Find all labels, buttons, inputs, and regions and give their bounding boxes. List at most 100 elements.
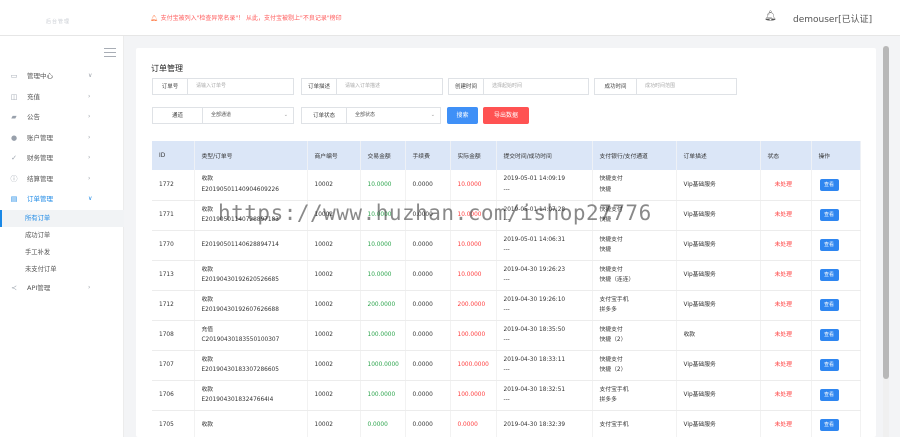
status-select[interactable]: 全部状态 ⌄ — [346, 107, 441, 124]
view-button[interactable]: 查看 — [819, 359, 839, 371]
create-time-input[interactable]: 选择起始时间 — [483, 78, 589, 95]
chevron-right-icon: › — [88, 133, 91, 141]
order-type: 收款 — [201, 386, 214, 393]
sidebar-subitem-success-orders[interactable]: 成功订单 — [0, 227, 124, 244]
pay-channel: 快捷 — [599, 247, 612, 253]
sidebar-item-label: 管理中心 — [27, 72, 53, 80]
success-time: --- — [503, 337, 510, 343]
sidebar-item-announcements[interactable]: ▰ 公告 › — [0, 107, 124, 128]
column-header: 类型/订单号 — [194, 141, 308, 170]
sidebar-subitem-all-orders[interactable]: 所有订单 — [0, 209, 124, 227]
view-button[interactable]: 查看 — [819, 329, 839, 341]
sidebar-item-account[interactable]: ● 账户管理 › — [0, 128, 124, 149]
sidebar-item-label: 账户管理 — [27, 133, 53, 142]
pay-bank: 快捷支付 — [599, 206, 623, 213]
user-menu[interactable]: demouser[已认证] — [793, 12, 872, 25]
cell-id: 1705 — [152, 410, 195, 437]
submit-time: 2019-04-30 18:35:50 — [503, 326, 566, 333]
cell-action: 查看 — [811, 230, 861, 261]
sidebar-item-recharge[interactable]: ◫ 充值 › — [0, 87, 124, 108]
cell-amount: 10.0000 — [360, 230, 406, 261]
sidebar-item-api[interactable]: ≺ API管理 › — [0, 278, 124, 299]
submit-time: 2019-04-30 18:32:39 — [503, 421, 566, 428]
submit-time: 2019-04-30 19:26:23 — [503, 266, 566, 273]
cell-type-order: 收款 — [194, 410, 308, 437]
view-button[interactable]: 查看 — [819, 239, 839, 251]
cell-merchant: 10002 — [307, 260, 361, 291]
cell-status: 未处理 — [760, 320, 812, 351]
view-button[interactable]: 查看 — [819, 299, 839, 311]
view-button[interactable]: 查看 — [819, 209, 839, 221]
pay-bank: 快捷支付 — [599, 326, 623, 333]
success-time-label: 成功时间 — [594, 78, 636, 95]
sidebar-item-finance[interactable]: ✓ 财务管理 › — [0, 148, 124, 169]
sidebar-nav: ▭ 管理中心 ∨ ◫ 充值 › ▰ 公告 › ● 账户管理 › ✓ 财务管理 ›… — [0, 66, 124, 298]
sidebar-item-orders[interactable]: ▤ 订单管理 ∨ — [0, 189, 124, 210]
pay-channel: 快捷 — [599, 186, 612, 193]
monitor-icon: ▭ — [10, 72, 18, 80]
order-type: 收款 — [201, 266, 214, 273]
cell-status: 未处理 — [760, 200, 812, 231]
app-logo[interactable]: 后台管理 — [46, 18, 70, 25]
sidebar-item-settlement[interactable]: ⓘ 结算管理 › — [0, 169, 124, 190]
view-button[interactable]: 查看 — [819, 178, 839, 191]
view-button[interactable]: 查看 — [819, 269, 839, 281]
view-button[interactable]: 查看 — [819, 419, 839, 431]
export-button[interactable]: 导出数据 — [483, 107, 529, 124]
column-header: 交易金额 — [360, 141, 406, 170]
view-button[interactable]: 查看 — [819, 389, 839, 401]
alert-icon: 🔔︎ — [150, 15, 158, 22]
order-number: E20190430192607626688 — [201, 307, 279, 313]
info-icon: ⓘ — [10, 174, 18, 183]
cell-status: 未处理 — [760, 230, 812, 261]
cell-time: 2019-04-30 19:26:10 --- — [496, 290, 593, 321]
bell-icon[interactable]: 🔔︎ — [764, 11, 777, 22]
pay-bank: 快捷支付 — [599, 236, 623, 243]
search-button[interactable]: 搜索 — [447, 107, 478, 124]
table-row: 1705 收款 10002 0.0000 0.0000 0.0000 2019-04-30 … — [152, 410, 861, 437]
cell-status: 未处理 — [760, 290, 812, 321]
cell-action: 查看 — [811, 380, 861, 411]
sidebar-subitem-unpaid-orders[interactable]: 未支付订单 — [0, 261, 124, 278]
cell-actual: 0.0000 — [450, 410, 497, 437]
document-icon: ▤ — [10, 195, 18, 203]
cell-type-order: 收款 E20190430192620526685 — [194, 260, 308, 291]
submit-time: 2019-05-01 14:06:31 — [503, 236, 566, 243]
success-time: --- — [503, 217, 510, 223]
notice-banner[interactable]: 🔔︎ 支付宝被列入"检查异常名录"！ 从此，支付宝被剔上"不良记录"榜印 — [150, 13, 342, 22]
order-number: C20190430183550100307 — [201, 337, 280, 343]
cell-bank-channel: 支付宝手机 拼多多 — [592, 290, 677, 321]
order-type: 收款 — [201, 206, 214, 213]
page-scrollbar[interactable] — [883, 46, 889, 437]
cell-action: 查看 — [811, 350, 861, 381]
sidebar-item-dashboard[interactable]: ▭ 管理中心 ∨ — [0, 66, 124, 87]
status-select-value: 全部状态 — [355, 112, 376, 118]
order-desc-input[interactable]: 请输入订单描述 — [336, 78, 443, 95]
cell-time: 2019-04-30 18:32:51 --- — [496, 380, 593, 411]
success-time: --- — [503, 186, 510, 193]
cell-desc: Vip基础服务 — [676, 350, 761, 381]
cell-time: 2019-04-30 18:32:39 — [496, 410, 593, 437]
cell-fee: 0.0000 — [405, 170, 451, 201]
channel-select[interactable]: 全部通道 ⌄ — [202, 107, 294, 124]
success-time: --- — [503, 247, 510, 253]
cell-bank-channel: 快捷支付 快捷 — [592, 170, 677, 201]
cell-id: 1712 — [152, 290, 195, 321]
cell-action: 查看 — [811, 200, 861, 231]
scrollbar-thumb[interactable] — [883, 46, 889, 379]
success-time-input[interactable]: 成功时间范围 — [636, 78, 737, 95]
table-row: 1707 收款 E20190430183307286605 10002 1000.000… — [152, 350, 861, 381]
submit-time: 2019-05-01 14:07:28 — [503, 206, 566, 213]
cell-amount: 10.0000 — [360, 170, 406, 201]
order-no-input[interactable]: 请输入订单号 — [187, 78, 294, 95]
cell-actual: 10.0000 — [450, 200, 497, 231]
notice-text[interactable]: 支付宝被列入"检查异常名录"！ 从此，支付宝被剔上"不良记录"榜印 — [161, 15, 342, 22]
pay-channel: 快捷（2） — [599, 337, 627, 343]
menu-toggle-icon[interactable] — [104, 48, 116, 60]
sidebar-subitem-manual-reissue[interactable]: 手工补发 — [0, 244, 124, 261]
cell-type-order: 收款 E20190430183247664I4 — [194, 380, 308, 411]
cell-fee: 0.0000 — [405, 260, 451, 291]
cell-actual: 1000.0000 — [450, 350, 497, 381]
order-number: E20190430183247664I4 — [201, 397, 274, 403]
cell-desc: Vip基础服务 — [676, 260, 761, 291]
